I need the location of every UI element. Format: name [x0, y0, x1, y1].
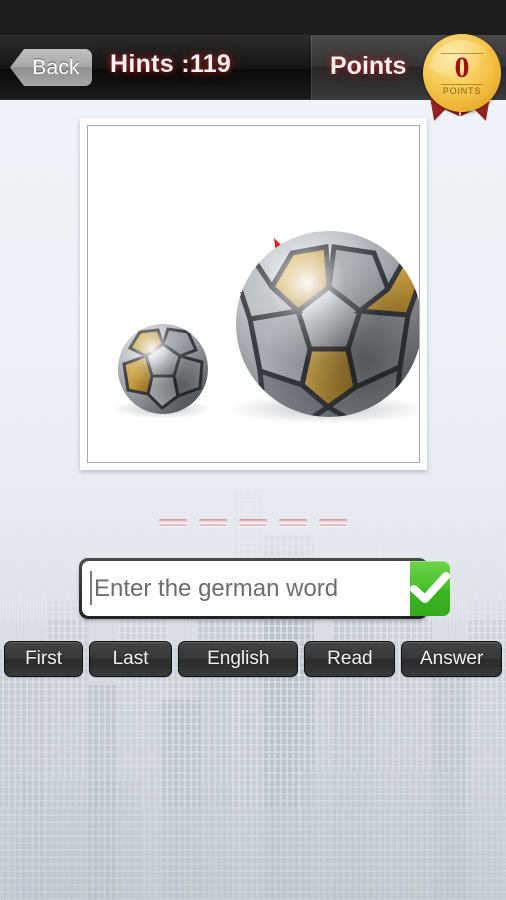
first-button[interactable]: First — [4, 641, 84, 677]
hint-dash — [239, 519, 267, 526]
first-button-label: First — [25, 648, 62, 669]
read-button-label: Read — [327, 648, 373, 669]
status-bar — [0, 0, 506, 35]
last-button[interactable]: Last — [89, 641, 173, 677]
question-image-frame — [80, 118, 427, 470]
hint-dash — [319, 519, 347, 526]
read-button[interactable]: Read — [304, 641, 396, 677]
hint-dash — [199, 519, 227, 526]
back-button[interactable]: Back — [10, 49, 92, 86]
hint-dash — [159, 519, 187, 526]
back-button-label: Back — [32, 55, 80, 79]
last-button-label: Last — [112, 648, 149, 669]
badge-score-value: 0 — [454, 51, 470, 84]
points-badge[interactable]: 0 POINTS — [415, 32, 506, 122]
hints-counter: Hints :119 — [110, 50, 232, 78]
badge-rule-bottom — [441, 84, 483, 85]
answer-button[interactable]: Answer — [401, 641, 502, 677]
english-button-label: English — [207, 648, 270, 669]
question-image — [87, 125, 420, 463]
answer-button-label: Answer — [419, 648, 484, 669]
word-hint-dashes — [0, 519, 506, 526]
submit-answer-button[interactable] — [410, 561, 450, 616]
english-button[interactable]: English — [178, 641, 299, 677]
checkmark-icon — [410, 571, 450, 603]
answer-input[interactable] — [82, 561, 410, 616]
small-ball — [118, 324, 208, 414]
large-ball — [236, 231, 419, 417]
text-cursor — [90, 571, 92, 605]
badge-face: 0 POINTS — [429, 40, 495, 106]
action-toolbar: First Last English Read Answer — [4, 641, 502, 677]
points-label: Points — [330, 52, 407, 80]
answer-input-row — [79, 558, 450, 619]
badge-caption: POINTS — [442, 86, 482, 96]
hint-dash — [279, 519, 307, 526]
